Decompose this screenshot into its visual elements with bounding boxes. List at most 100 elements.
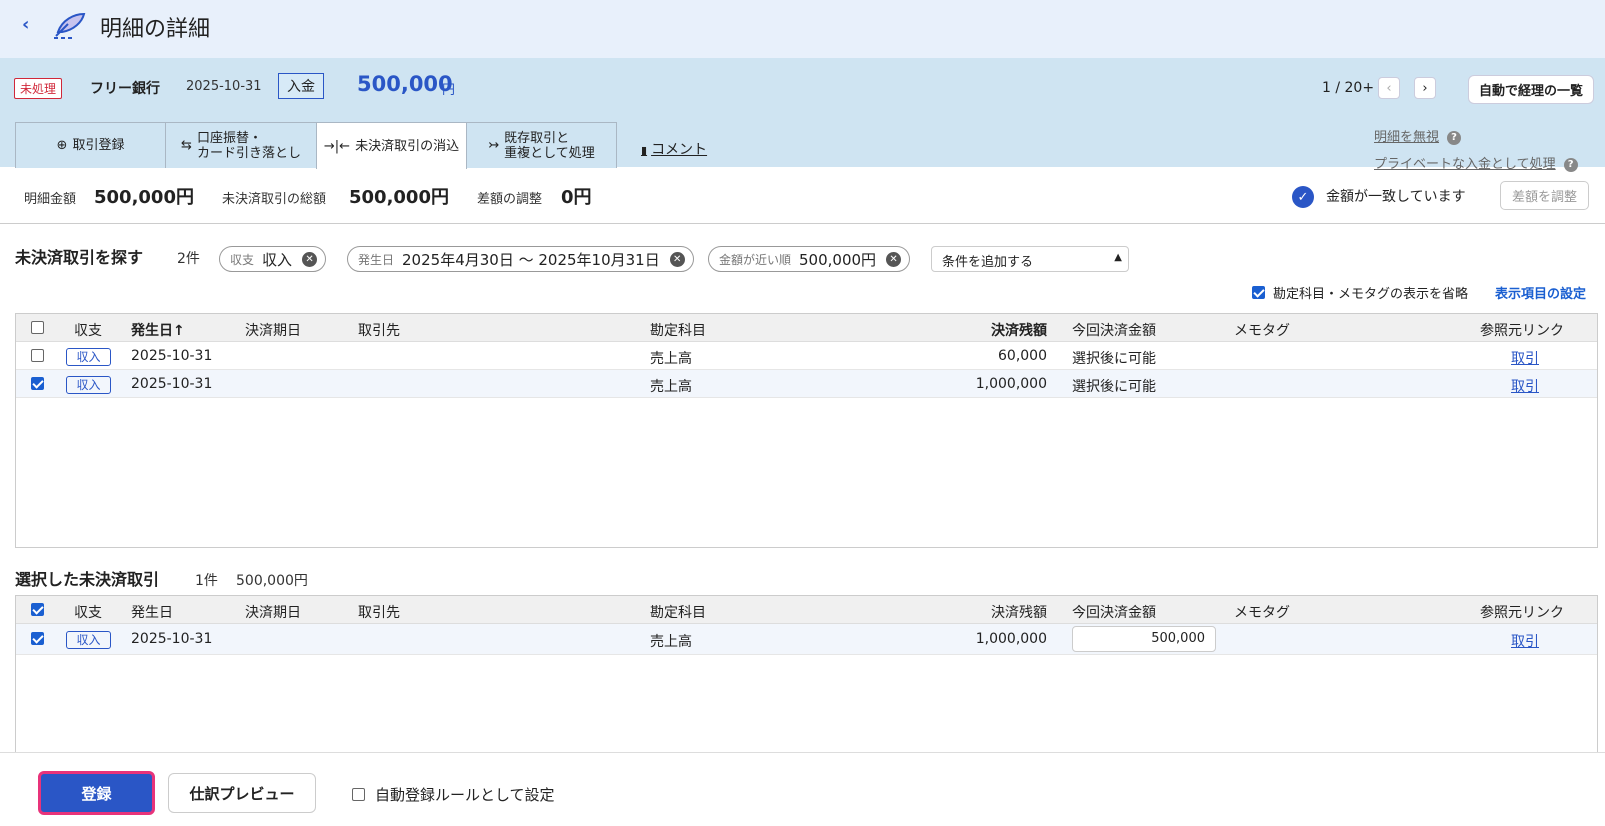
tab-register[interactable]: ⊕ 取引登録	[15, 122, 166, 168]
col-date[interactable]: 発生日↑	[131, 320, 185, 340]
auto-rule-checkbox[interactable]	[352, 788, 365, 801]
check-circle-icon: ✓	[1292, 186, 1314, 208]
col-type: 収支	[74, 605, 102, 621]
tab-label: 既存取引と	[504, 130, 570, 146]
help-icon[interactable]: ?	[1447, 130, 1462, 145]
footer-bar: 登録 仕訳プレビュー 自動登録ルールとして設定	[0, 752, 1605, 826]
col-date: 発生日	[131, 605, 173, 621]
next-page-button[interactable]: ›	[1414, 77, 1436, 99]
select-all-checkbox[interactable]	[31, 603, 44, 616]
tab-settle[interactable]: →|← 未決済取引の消込	[316, 122, 467, 169]
row-checkbox[interactable]	[31, 349, 44, 362]
row-ref-link[interactable]: 取引	[1511, 631, 1539, 651]
add-condition-select[interactable]: 条件を追加する ▲	[931, 246, 1129, 272]
plus-circle-icon: ⊕	[56, 138, 68, 153]
transaction-date: 2025-10-31	[186, 79, 262, 94]
col-ref: 参照元リンク	[1480, 323, 1564, 339]
row-balance: 1,000,000	[975, 631, 1047, 647]
chevron-left-icon[interactable]: ‹	[22, 14, 42, 38]
row-account: 売上高	[650, 351, 692, 367]
omit-toggle[interactable]: 勘定科目・メモタグの表示を省略	[1252, 283, 1468, 302]
auto-rule-toggle[interactable]: 自動登録ルールとして設定	[352, 784, 555, 805]
transaction-amount: 500,000	[357, 72, 453, 96]
select-all-checkbox[interactable]	[31, 321, 44, 334]
selected-table: 収支 発生日 決済期日 取引先 勘定科目 決済残額 今回決済金額 メモタグ 参照…	[15, 595, 1598, 753]
chip-value: 収入	[262, 250, 293, 269]
table-row[interactable]: 収入 2025-10-31 売上高 60,000 選択後に可能 取引	[16, 342, 1597, 370]
settle-amount-input[interactable]: 500,000	[1072, 626, 1216, 652]
ignore-label: 明細を無視	[1374, 130, 1440, 145]
row-balance: 1,000,000	[975, 376, 1047, 392]
chip-key: 発生日	[358, 252, 395, 267]
table-header: 収支 発生日↑ 決済期日 取引先 勘定科目 決済残額 今回決済金額 メモタグ 参…	[16, 314, 1597, 342]
status-badge: 未処理	[14, 78, 63, 99]
row-ref-link[interactable]: 取引	[1511, 348, 1539, 368]
close-icon[interactable]: ✕	[669, 251, 685, 267]
col-due: 決済期日	[245, 605, 301, 621]
selected-title: 選択した未決済取引	[15, 570, 160, 589]
col-this-amount: 今回決済金額	[1072, 605, 1156, 621]
column-settings-link[interactable]: 表示項目の設定	[1495, 283, 1586, 302]
filter-chip-date[interactable]: 発生日 2025年4月30日 〜 2025年10月31日 ✕	[347, 246, 694, 272]
ignore-link[interactable]: 明細を無視?	[1374, 126, 1462, 145]
merge-right-icon: ↣	[488, 138, 500, 153]
pager-text: 1 / 20+	[1322, 80, 1375, 96]
table-row[interactable]: 収入 2025-10-31 売上高 1,000,000 500,000 取引	[16, 624, 1597, 655]
top-bar: ‹ 明細の詳細	[0, 0, 1605, 58]
chip-value: 2025年4月30日 〜 2025年10月31日	[402, 250, 660, 269]
col-partner: 取引先	[358, 605, 400, 621]
filter-chip-type[interactable]: 収支 収入 ✕	[219, 246, 327, 272]
register-button[interactable]: 登録	[38, 771, 155, 815]
row-date: 2025-10-31	[131, 348, 213, 364]
row-ref-link[interactable]: 取引	[1511, 376, 1539, 396]
match-text: 金額が一致しています	[1326, 189, 1466, 205]
bank-name: フリー銀行	[90, 81, 160, 97]
auto-list-button[interactable]: 自動で経理の一覧	[1468, 75, 1595, 104]
omit-checkbox[interactable]	[1252, 286, 1265, 299]
chip-value: 500,000円	[799, 250, 877, 269]
diff-value: 0円	[561, 187, 592, 208]
col-account: 勘定科目	[650, 323, 706, 339]
col-balance: 決済残額	[991, 323, 1047, 339]
comment-icon: ▮	[641, 144, 648, 157]
chip-key: 金額が近い順	[719, 252, 792, 267]
row-checkbox[interactable]	[31, 377, 44, 390]
row-account: 売上高	[650, 634, 692, 650]
tab-label: 取引登録	[72, 138, 125, 153]
sort-arrow-icon: ↑	[173, 323, 185, 339]
diff-label: 差額の調整	[477, 192, 543, 207]
filter-chip-amount[interactable]: 金額が近い順 500,000円 ✕	[708, 246, 911, 272]
col-memo: メモタグ	[1234, 605, 1290, 621]
merge-arrows-icon: →|←	[323, 138, 351, 154]
row-checkbox[interactable]	[31, 632, 44, 645]
row-this-amount: 選択後に可能	[1072, 351, 1156, 367]
row-balance: 60,000	[998, 348, 1047, 364]
col-memo: メモタグ	[1234, 323, 1290, 339]
close-icon[interactable]: ✕	[886, 251, 902, 267]
swap-arrows-icon: ⇆	[181, 138, 192, 153]
auto-rule-label: 自動登録ルールとして設定	[375, 786, 555, 804]
table-header: 収支 発生日 決済期日 取引先 勘定科目 決済残額 今回決済金額 メモタグ 参照…	[16, 596, 1597, 624]
close-icon[interactable]: ✕	[302, 251, 318, 267]
col-account: 勘定科目	[650, 605, 706, 621]
tab-duplicate[interactable]: ↣ 既存取引と 重複として処理	[466, 122, 617, 168]
type-badge: 収入	[66, 348, 111, 366]
table-row[interactable]: 収入 2025-10-31 売上高 1,000,000 選択後に可能 取引	[16, 370, 1597, 398]
comment-label: コメント	[651, 142, 708, 158]
tab-label: 口座振替・	[196, 130, 262, 146]
statement-label: 明細金額	[24, 192, 77, 207]
statement-value: 500,000円	[94, 187, 194, 208]
preview-button[interactable]: 仕訳プレビュー	[168, 773, 316, 813]
search-title: 未決済取引を探す	[15, 248, 144, 267]
selected-total: 500,000円	[236, 573, 308, 589]
tab-transfer[interactable]: ⇆ 口座振替・ カード引き落とし	[165, 122, 317, 168]
col-balance: 決済残額	[991, 605, 1047, 621]
row-account: 売上高	[650, 379, 692, 395]
col-due: 決済期日	[245, 323, 301, 339]
type-badge: 収入	[66, 376, 111, 394]
chip-key: 収支	[230, 252, 255, 267]
row-this-amount: 選択後に可能	[1072, 379, 1156, 395]
prev-page-button[interactable]: ‹	[1378, 77, 1400, 99]
adjust-button[interactable]: 差額を調整	[1500, 181, 1590, 210]
comment-link[interactable]: ▮ コメント	[641, 139, 707, 159]
